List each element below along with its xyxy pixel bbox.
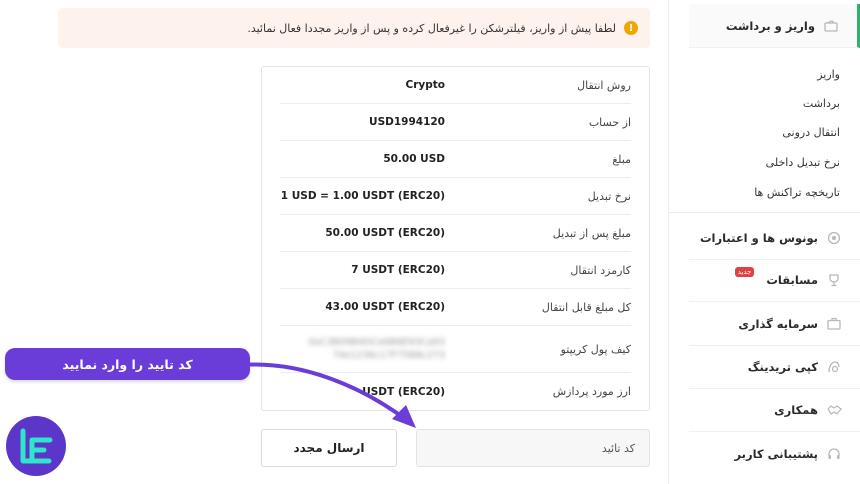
headset-icon <box>826 446 842 462</box>
sidebar-item-label: کپی تریدینگ <box>747 359 818 374</box>
wallet-address-line: 0xC3B09B4DCe6B6E93Ca93 <box>308 337 445 348</box>
wallet-icon <box>823 18 839 34</box>
detail-value: 1 USD = 1.00 USDT (ERC20) <box>280 190 445 202</box>
detail-label: روش انتقال <box>577 78 631 92</box>
sidebar-subitem-exchange-rate[interactable]: نرخ تبدیل داخلی <box>669 147 860 177</box>
sidebar-item-label: بونوس ها و اعتبارات <box>700 230 818 245</box>
verification-code-input[interactable] <box>416 429 650 467</box>
detail-row-from-account: از حساب USD1994120 <box>280 104 631 141</box>
sidebar-item-copy-trading[interactable]: کپی تریدینگ <box>689 345 860 389</box>
sidebar-item-label: مسابقات <box>766 272 818 287</box>
brand-logo <box>6 416 66 476</box>
vpn-warning-alert: ! لطفا پیش از واریز، فیلترشکن را غیرفعال… <box>58 8 650 48</box>
detail-row-amount: مبلغ 50.00 USD <box>280 141 631 178</box>
sidebar-subitem-label: واریز <box>817 67 840 81</box>
new-badge: جدید <box>734 266 755 277</box>
sidebar-divider <box>669 212 860 213</box>
detail-label: از حساب <box>588 115 631 129</box>
detail-row-converted-amount: مبلغ پس از تبدیل 50.00 USDT (ERC20) <box>280 215 631 252</box>
sidebar-item-investment[interactable]: سرمایه گذاری <box>689 302 860 346</box>
detail-label: کل مبلغ قابل انتقال <box>541 300 631 314</box>
brand-logo-icon <box>20 428 53 464</box>
detail-row-total-transferable: کل مبلغ قابل انتقال 43.00 USDT (ERC20) <box>280 289 631 326</box>
sidebar: واریز و برداشت واریز برداشت انتقال درونی… <box>668 0 860 484</box>
sidebar-subitem-transaction-history[interactable]: تاریخچه تراکنش ها <box>669 177 860 207</box>
sidebar-item-label: سرمایه گذاری <box>738 316 818 331</box>
detail-label: مبلغ پس از تبدیل <box>552 226 631 240</box>
detail-label: مبلغ <box>612 152 631 166</box>
detail-row-transfer-method: روش انتقال Crypto <box>280 67 631 104</box>
detail-row-exchange-rate: نرخ تبدیل 1 USD = 1.00 USDT (ERC20) <box>280 178 631 215</box>
sidebar-subitem-label: نرخ تبدیل داخلی <box>765 155 840 169</box>
detail-label: نرخ تبدیل <box>587 189 631 203</box>
sidebar-item-label: پشتیبانی کاربر <box>734 447 818 461</box>
sidebar-item-bonuses[interactable]: بونوس ها و اعتبارات <box>689 216 860 260</box>
detail-label: ارز مورد پردازش <box>552 385 631 398</box>
trophy-icon <box>826 272 842 288</box>
briefcase-icon <box>826 316 842 332</box>
detail-value: USD1994120 <box>369 116 445 128</box>
sidebar-item-label: همکاری <box>774 402 818 417</box>
sidebar-subitem-deposit[interactable]: واریز <box>669 59 860 89</box>
detail-label: کیف پول کریپتو <box>560 342 631 356</box>
sidebar-item-label: واریز و برداشت <box>725 18 815 33</box>
annotation-callout: کد تایید را وارد نمایید <box>5 348 250 380</box>
sidebar-subitem-withdraw[interactable]: برداشت <box>669 88 860 118</box>
copy-trading-icon <box>826 359 842 375</box>
detail-value: 43.00 USDT (ERC20) <box>325 301 445 313</box>
sidebar-subitem-label: تاریخچه تراکنش ها <box>754 185 840 199</box>
handshake-icon <box>826 402 842 418</box>
detail-label: کارمزد انتقال <box>570 263 631 277</box>
sidebar-item-competitions[interactable]: مسابقات جدید <box>689 258 860 302</box>
detail-value: 50.00 USDT (ERC20) <box>325 227 445 239</box>
sidebar-subitem-label: انتقال درونی <box>782 125 840 139</box>
alert-text: لطفا پیش از واریز، فیلترشکن را غیرفعال ک… <box>247 21 616 35</box>
sidebar-item-deposit-withdraw[interactable]: واریز و برداشت <box>689 4 860 48</box>
detail-value: 50.00 USD <box>383 153 445 165</box>
detail-value: Crypto <box>405 79 445 91</box>
sidebar-item-support[interactable]: پشتیبانی کاربر <box>689 432 860 476</box>
sidebar-subitem-label: برداشت <box>802 96 840 110</box>
gift-icon <box>826 230 842 246</box>
annotation-arrow-icon <box>240 362 416 428</box>
sidebar-subitem-internal-transfer[interactable]: انتقال درونی <box>669 117 860 147</box>
detail-value: 7 USDT (ERC20) <box>351 264 445 276</box>
detail-row-transfer-fee: کارمزد انتقال 7 USDT (ERC20) <box>280 252 631 289</box>
sidebar-item-partnership[interactable]: همکاری <box>689 388 860 432</box>
warning-icon: ! <box>624 21 638 35</box>
